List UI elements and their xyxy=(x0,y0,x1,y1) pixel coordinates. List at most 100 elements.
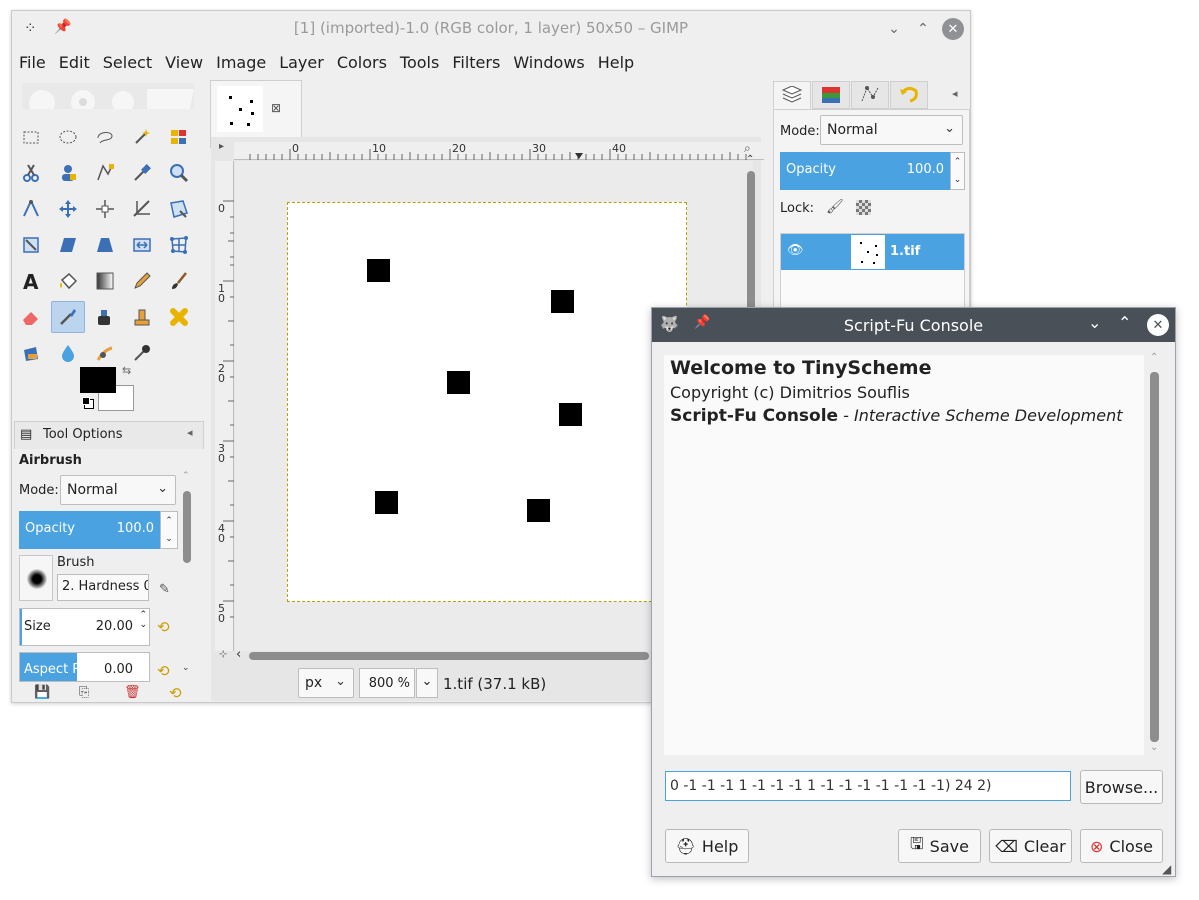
undo-history-tab-icon[interactable] xyxy=(890,81,928,109)
maximize-button[interactable]: ⌃ xyxy=(1118,313,1131,332)
menu-edit[interactable]: Edit xyxy=(52,49,96,72)
reset-size-icon[interactable]: ⟲ xyxy=(157,618,170,636)
console-scrollbar[interactable]: ⌃ ⌄ xyxy=(1148,352,1162,755)
perspective-icon[interactable] xyxy=(88,229,122,261)
scissors-select-icon[interactable] xyxy=(14,157,48,189)
browse-button[interactable]: Browse... xyxy=(1080,770,1163,804)
move-icon[interactable] xyxy=(51,193,85,225)
paint-mode-combo[interactable]: Normal ⌄ xyxy=(60,475,176,505)
close-dialog-button[interactable]: ⊗ Close xyxy=(1080,829,1163,863)
restore-options-icon[interactable]: ⎘ xyxy=(79,685,89,700)
quick-mask-menu-icon[interactable]: ▸ xyxy=(219,141,224,152)
reset-aspect-icon[interactable]: ⟲ xyxy=(157,662,170,680)
lock-alpha-icon[interactable] xyxy=(856,200,871,215)
perspective-clone-icon[interactable] xyxy=(14,337,48,369)
cage-transform-icon[interactable] xyxy=(162,229,196,261)
save-options-icon[interactable]: 💾 xyxy=(34,685,50,700)
default-colors-icon[interactable] xyxy=(82,397,90,405)
console-output[interactable]: Welcome to TinyScheme Copyright (c) Dimi… xyxy=(664,355,1144,755)
foreground-color-swatch[interactable] xyxy=(80,367,116,393)
ellipse-select-icon[interactable] xyxy=(51,121,85,153)
measure-icon[interactable] xyxy=(14,193,48,225)
fuzzy-select-icon[interactable] xyxy=(125,121,159,153)
menu-tools[interactable]: Tools xyxy=(393,49,445,72)
align-icon[interactable] xyxy=(88,193,122,225)
save-button[interactable]: 🖫 Save xyxy=(898,829,981,863)
smudge-icon[interactable] xyxy=(88,337,122,369)
clone-icon[interactable] xyxy=(125,301,159,333)
maximize-button[interactable]: ⌃ xyxy=(911,17,935,41)
zoom-field[interactable]: 800 % xyxy=(359,668,415,698)
menu-view[interactable]: View xyxy=(158,49,209,72)
text-tool-icon[interactable]: A xyxy=(14,265,48,297)
flip-icon[interactable] xyxy=(125,229,159,261)
layer-opacity-slider[interactable]: Opacity 100.0 ⌃ ⌄ xyxy=(780,152,965,190)
gradient-icon[interactable] xyxy=(88,265,122,297)
opacity-slider[interactable]: Opacity 100.0 ⌃ ⌄ xyxy=(19,511,178,549)
help-button[interactable]: ⛑ Help xyxy=(665,829,749,863)
dock-menu-icon[interactable]: ◂ xyxy=(952,87,958,100)
brush-preview[interactable] xyxy=(19,555,53,601)
edit-brush-icon[interactable]: ✎ xyxy=(159,582,170,597)
layer-opacity-spinner[interactable]: ⌃ ⌄ xyxy=(950,152,965,190)
menu-windows[interactable]: Windows xyxy=(506,49,590,72)
airbrush-icon[interactable] xyxy=(51,301,85,333)
menu-layer[interactable]: Layer xyxy=(272,49,330,72)
eraser-icon[interactable] xyxy=(14,301,48,333)
free-select-icon[interactable] xyxy=(88,121,122,153)
ink-icon[interactable] xyxy=(88,301,122,333)
blur-icon[interactable] xyxy=(51,337,85,369)
zoom-icon[interactable] xyxy=(162,157,196,189)
minimize-button[interactable]: ⌄ xyxy=(882,17,906,41)
tool-options-scrollbar[interactable]: ⌃ ⌄ xyxy=(182,471,191,675)
eye-visibility-icon[interactable]: 👁 xyxy=(787,243,804,258)
select-by-color-icon[interactable] xyxy=(162,121,196,153)
crop-icon[interactable] xyxy=(125,193,159,225)
channels-tab-icon[interactable] xyxy=(812,81,850,109)
navigate-icon[interactable]: ⊹ xyxy=(219,649,227,660)
close-tab-icon[interactable]: ⊠ xyxy=(271,101,281,115)
opacity-spinner[interactable]: ⌃ ⌄ xyxy=(160,511,178,549)
resize-grip-icon[interactable]: ◢ xyxy=(1162,862,1171,876)
menu-file[interactable]: File xyxy=(12,49,52,72)
menu-colors[interactable]: Colors xyxy=(330,49,393,72)
menu-help[interactable]: Help xyxy=(591,49,640,72)
shear-icon[interactable] xyxy=(51,229,85,261)
canvas-vertical-scrollbar[interactable] xyxy=(747,171,755,311)
aspect-ratio-slider[interactable]: Aspect Ra... 0.00 xyxy=(19,652,150,682)
rotate-icon[interactable] xyxy=(14,229,48,261)
color-picker-icon[interactable] xyxy=(125,157,159,189)
bucket-fill-icon[interactable] xyxy=(51,265,85,297)
minimize-button[interactable]: ⌄ xyxy=(1088,313,1101,332)
image-canvas[interactable] xyxy=(287,202,687,602)
paths-icon[interactable] xyxy=(88,157,122,189)
close-button[interactable]: ✕ xyxy=(1147,314,1169,336)
rect-select-icon[interactable] xyxy=(14,121,48,153)
close-button[interactable]: ✕ xyxy=(942,18,964,40)
reset-options-icon[interactable]: ⟲ xyxy=(169,684,182,702)
unified-transform-icon[interactable] xyxy=(162,193,196,225)
tool-options-tab[interactable]: ▤ Tool Options xyxy=(14,421,204,449)
foreground-select-icon[interactable] xyxy=(51,157,85,189)
layers-tab-icon[interactable] xyxy=(773,81,811,109)
paintbrush-icon[interactable] xyxy=(162,265,196,297)
clear-button[interactable]: ⌫ Clear xyxy=(989,829,1072,863)
delete-options-icon[interactable]: 🗑 xyxy=(124,685,141,700)
panel-menu-icon[interactable]: ◂ xyxy=(187,426,193,439)
brush-name-field[interactable]: 2. Hardness 05 xyxy=(57,574,149,601)
heal-icon[interactable] xyxy=(162,301,196,333)
pencil-icon[interactable] xyxy=(125,265,159,297)
canvas-horizontal-scrollbar[interactable] xyxy=(249,652,649,660)
scroll-up-icon[interactable]: ⌃ xyxy=(746,154,754,165)
paths-tab-icon[interactable] xyxy=(851,81,889,109)
layer-mode-combo[interactable]: Normal ⌄ xyxy=(820,115,963,145)
scroll-left-icon[interactable]: ‹ xyxy=(236,647,241,662)
size-slider[interactable]: Size 20.00 ⌃ ⌄ xyxy=(19,608,150,646)
menu-filters[interactable]: Filters xyxy=(445,49,506,72)
zoom-dropdown-button[interactable]: ⌄ xyxy=(416,668,438,698)
swap-colors-icon[interactable]: ⇆ xyxy=(122,364,131,377)
lock-pixels-icon[interactable]: 🖌 xyxy=(826,199,844,215)
menu-image[interactable]: Image xyxy=(209,49,272,72)
menu-select[interactable]: Select xyxy=(96,49,158,72)
unit-combo[interactable]: px ⌄ xyxy=(298,668,354,698)
